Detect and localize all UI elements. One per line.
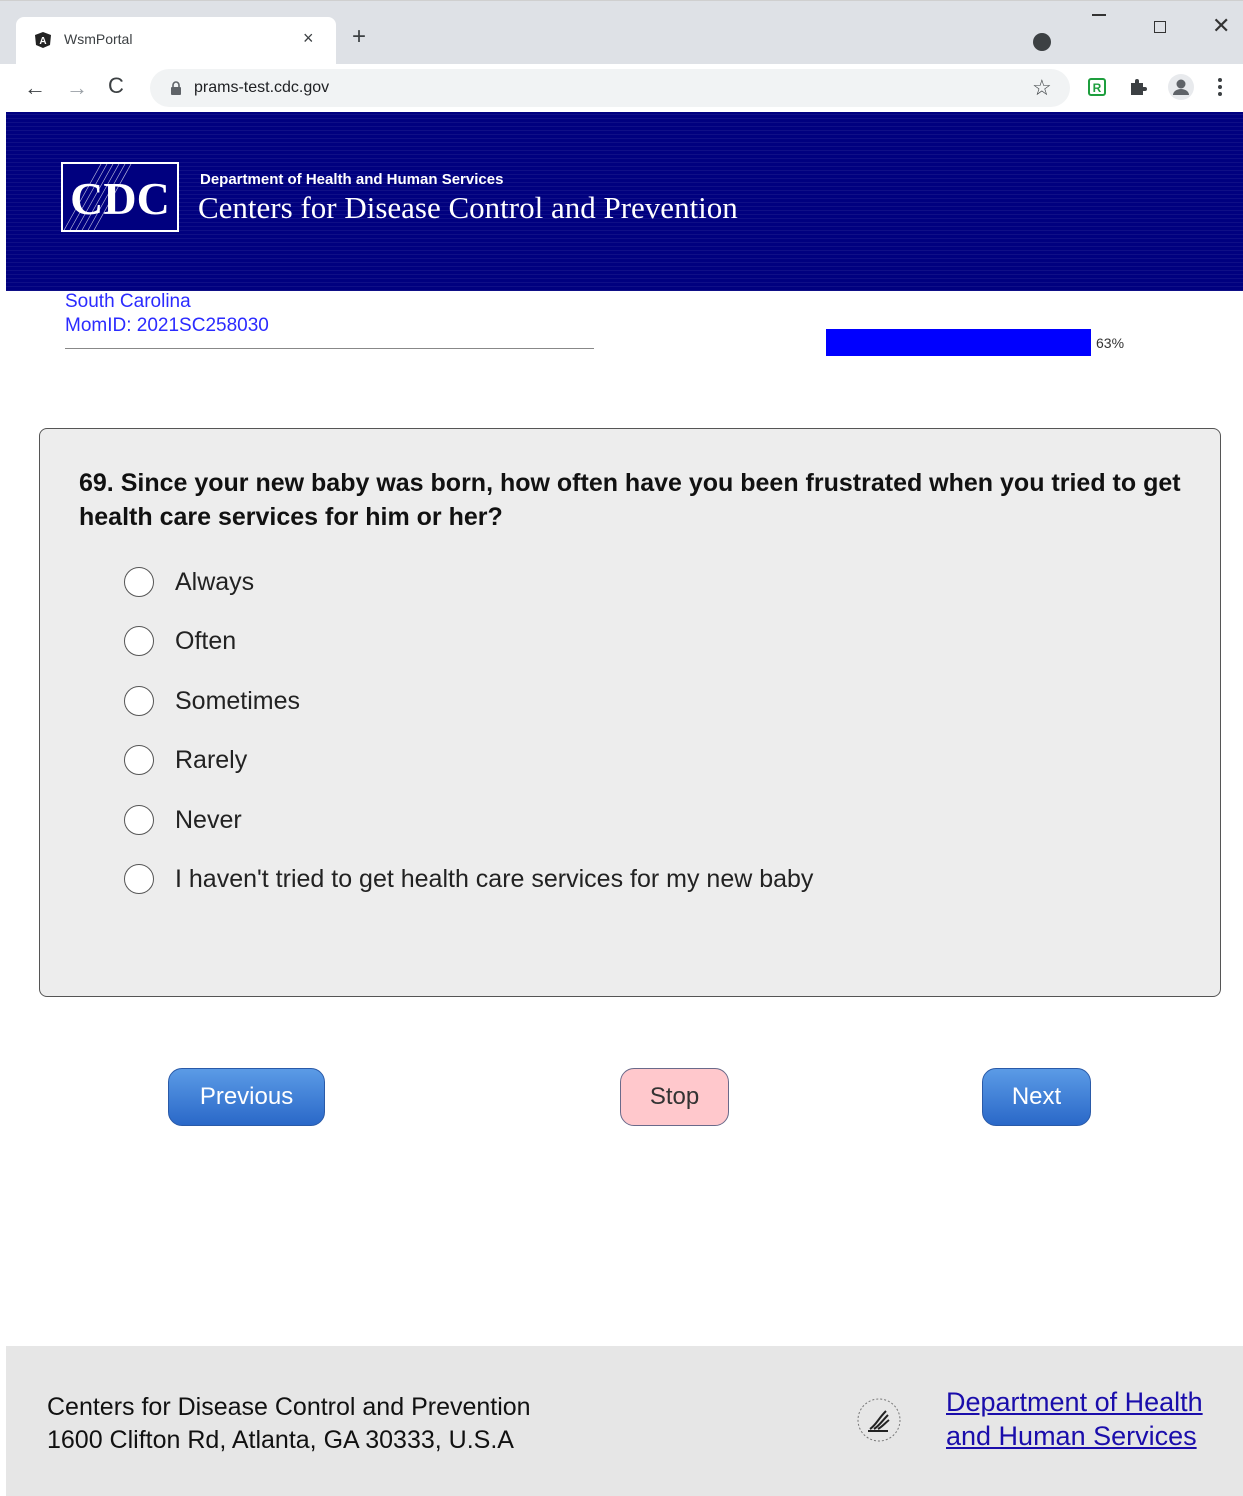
mom-id-label: MomID: 2021SC258030 bbox=[65, 315, 269, 336]
svg-text:CDC: CDC bbox=[70, 173, 170, 224]
answer-option[interactable]: I haven't tried to get health care servi… bbox=[124, 863, 1124, 923]
progress-bar-fill bbox=[826, 329, 1092, 356]
tab-title: WsmPortal bbox=[64, 31, 133, 47]
answer-option[interactable]: Never bbox=[124, 804, 1124, 864]
footer-org-name: Centers for Disease Control and Preventi… bbox=[47, 1393, 531, 1421]
new-tab-icon[interactable]: + bbox=[352, 25, 366, 49]
browser-tab-bar: A WsmPortal × + ✕ bbox=[0, 0, 1243, 65]
radio-button[interactable] bbox=[124, 685, 154, 716]
svg-text:A: A bbox=[39, 36, 46, 47]
answer-option[interactable]: Often bbox=[124, 626, 1124, 685]
maximize-icon[interactable] bbox=[1154, 21, 1166, 33]
back-icon[interactable]: ← bbox=[24, 77, 46, 99]
reload-icon[interactable]: C bbox=[108, 75, 124, 97]
option-label[interactable]: Often bbox=[175, 626, 236, 656]
answer-option[interactable]: Rarely bbox=[124, 745, 1124, 804]
option-label[interactable]: Sometimes bbox=[175, 686, 300, 716]
svg-text:R: R bbox=[1093, 81, 1102, 95]
cdc-header: CDC Department of Health and Human Servi… bbox=[6, 112, 1243, 291]
agency-title: Centers for Disease Control and Preventi… bbox=[198, 190, 738, 225]
department-label: Department of Health and Human Services bbox=[200, 171, 504, 188]
tab-search-icon[interactable] bbox=[1033, 33, 1051, 51]
angular-favicon-icon: A bbox=[35, 32, 51, 48]
option-label[interactable]: Rarely bbox=[175, 745, 247, 775]
browser-toolbar: ← → C prams-test.cdc.gov ☆ bbox=[0, 64, 1243, 112]
cdc-logo: CDC bbox=[61, 162, 179, 233]
question-text: 69. Since your new baby was born, how of… bbox=[79, 469, 1181, 531]
progress-percent: 63% bbox=[1096, 335, 1125, 351]
question-card: 69. Since your new baby was born, how of… bbox=[39, 428, 1221, 997]
footer: Centers for Disease Control and Preventi… bbox=[6, 1346, 1243, 1496]
radio-button[interactable] bbox=[124, 863, 154, 894]
hhs-link-line2[interactable]: and Human Services bbox=[946, 1421, 1197, 1451]
option-label[interactable]: I haven't tried to get health care servi… bbox=[175, 864, 813, 894]
hhs-link-line1[interactable]: Department of Health bbox=[946, 1387, 1203, 1417]
footer-address: 1600 Clifton Rd, Atlanta, GA 30333, U.S.… bbox=[47, 1426, 514, 1454]
hhs-link[interactable]: Department of Health and Human Services bbox=[946, 1385, 1236, 1453]
forward-icon[interactable]: → bbox=[66, 77, 88, 99]
radio-button[interactable] bbox=[124, 626, 154, 657]
address-bar[interactable]: prams-test.cdc.gov ☆ bbox=[150, 69, 1070, 107]
tab-close-icon[interactable]: × bbox=[303, 28, 314, 49]
answer-option[interactable]: Always bbox=[124, 567, 1124, 626]
option-label[interactable]: Never bbox=[175, 805, 242, 835]
close-window-icon[interactable]: ✕ bbox=[1212, 15, 1230, 37]
previous-button[interactable]: Previous bbox=[168, 1068, 325, 1126]
next-button[interactable]: Next bbox=[982, 1068, 1091, 1126]
minimize-icon[interactable] bbox=[1092, 14, 1106, 16]
url-text: prams-test.cdc.gov bbox=[194, 79, 330, 96]
progress-bar bbox=[826, 329, 1243, 356]
page-content: CDC Department of Health and Human Servi… bbox=[6, 112, 1243, 1496]
hhs-eagle-icon bbox=[857, 1398, 901, 1442]
answer-options: Always Often Sometimes Rarely Never I ha… bbox=[124, 567, 1124, 923]
divider bbox=[65, 348, 594, 349]
extension-icon[interactable]: R bbox=[1087, 77, 1107, 97]
lock-icon bbox=[171, 81, 181, 95]
browser-tab[interactable]: A WsmPortal × bbox=[16, 17, 336, 65]
radio-button[interactable] bbox=[124, 804, 154, 835]
radio-button[interactable] bbox=[124, 567, 154, 597]
profile-icon[interactable] bbox=[1168, 74, 1194, 100]
stop-button[interactable]: Stop bbox=[620, 1068, 729, 1126]
star-icon[interactable]: ☆ bbox=[1032, 75, 1052, 101]
option-label[interactable]: Always bbox=[175, 567, 254, 597]
radio-button[interactable] bbox=[124, 745, 154, 776]
answer-option[interactable]: Sometimes bbox=[124, 685, 1124, 745]
puzzle-icon[interactable] bbox=[1128, 77, 1148, 97]
kebab-menu-icon[interactable] bbox=[1218, 78, 1222, 96]
state-label: South Carolina bbox=[65, 291, 191, 312]
